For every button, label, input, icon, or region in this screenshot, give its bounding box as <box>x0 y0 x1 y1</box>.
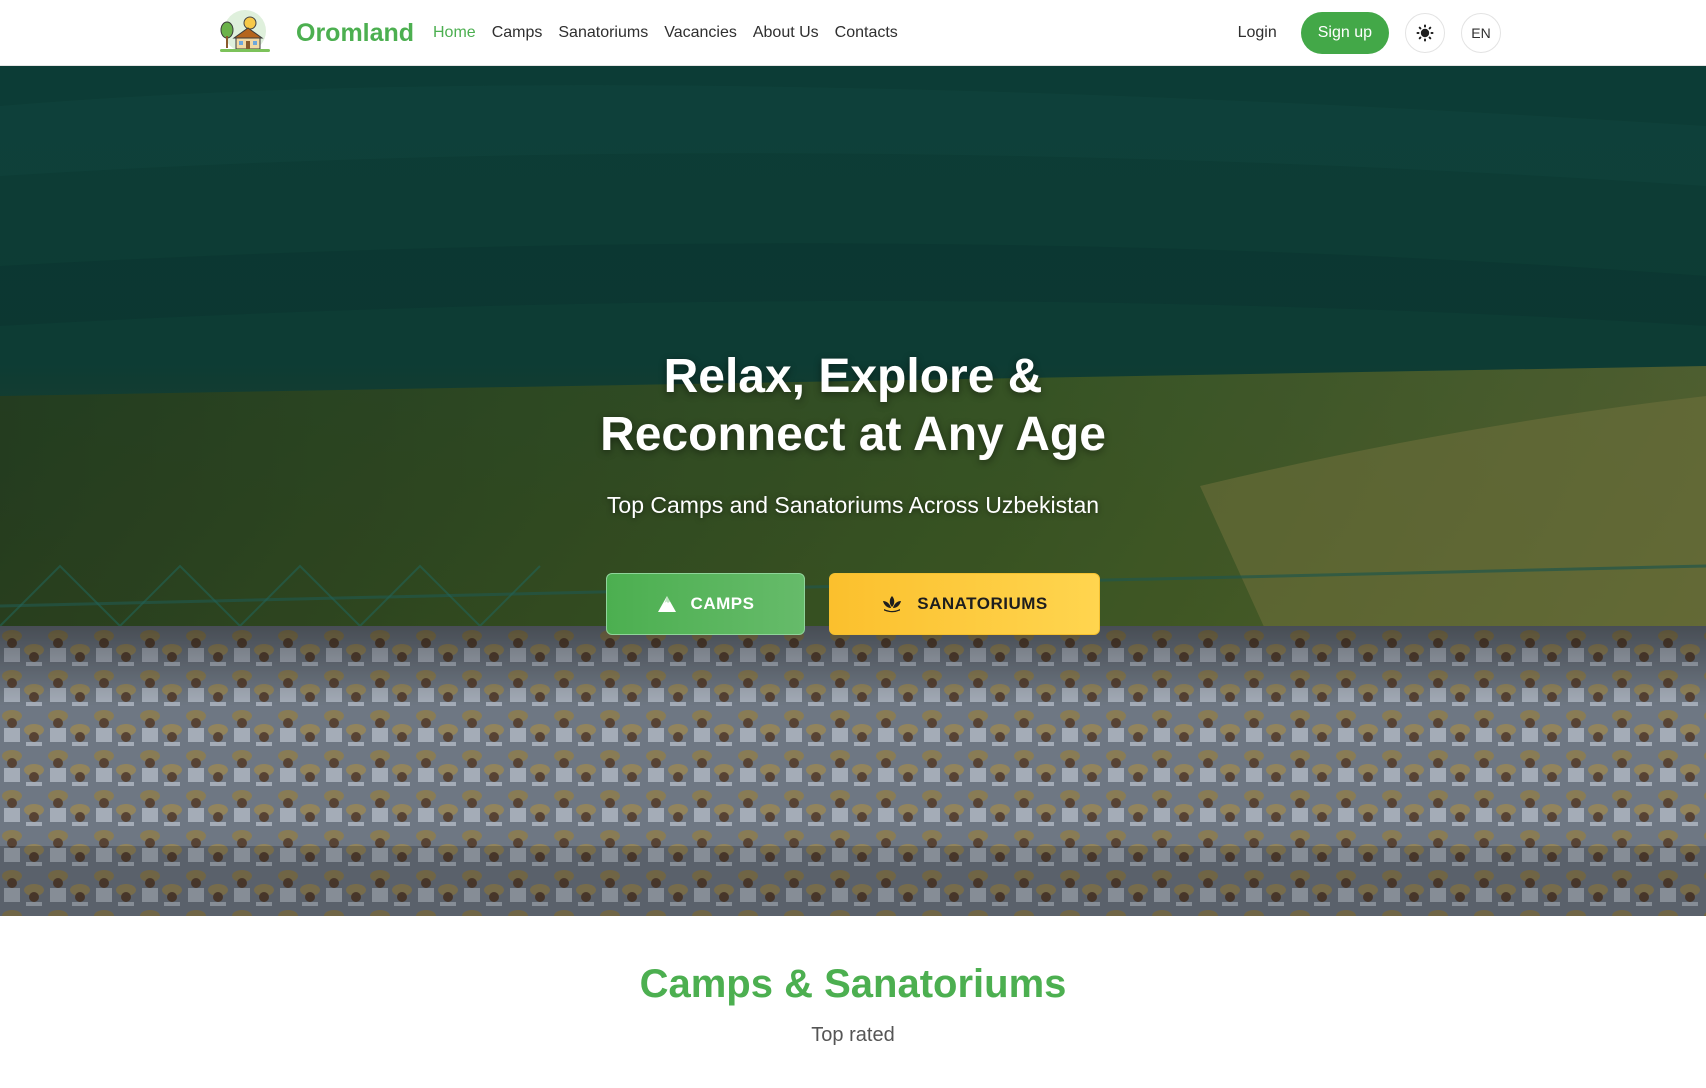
nav-vacancies[interactable]: Vacancies <box>664 24 737 42</box>
sanatoriums-button-label: SANATORIUMS <box>917 594 1048 613</box>
section-title: Camps & Sanatoriums <box>639 962 1067 1006</box>
camps-button[interactable]: CAMPS <box>606 573 805 635</box>
signup-button[interactable]: Sign up <box>1300 12 1389 54</box>
sanatoriums-button[interactable]: SANATORIUMS <box>829 573 1100 635</box>
hero: Relax, Explore & Reconnect at Any Age To… <box>0 66 1706 916</box>
language-button[interactable]: EN <box>1461 13 1501 53</box>
mountain-icon <box>657 596 676 612</box>
main-nav: Home Camps Sanatoriums Vacancies About U… <box>433 0 914 66</box>
lotus-icon <box>883 596 902 613</box>
nav-sanatoriums[interactable]: Sanatoriums <box>558 24 648 42</box>
hero-cta-row: CAMPS SANATORIUMS <box>606 573 1100 635</box>
nav-camps[interactable]: Camps <box>492 24 543 42</box>
hero-title-line2: Reconnect at Any Age <box>600 408 1106 461</box>
hero-subtitle: Top Camps and Sanatoriums Across Uzbekis… <box>606 492 1100 518</box>
hero-title-line1: Relax, Explore & <box>663 350 1043 403</box>
login-link[interactable]: Login <box>1238 24 1277 42</box>
brand-name: Oromland <box>296 18 415 47</box>
language-label: EN <box>1471 25 1491 41</box>
sun-icon <box>1416 24 1434 42</box>
nav-home[interactable]: Home <box>433 24 476 42</box>
nav-about-us[interactable]: About Us <box>753 24 819 42</box>
camp-house-logo <box>220 10 270 52</box>
brand[interactable]: Oromland <box>218 8 414 58</box>
nav-actions: Login Sign up EN <box>1238 0 1501 66</box>
hero-overlay <box>0 66 1706 916</box>
section-subtitle: Top rated <box>811 1024 895 1046</box>
nav-contacts[interactable]: Contacts <box>835 24 898 42</box>
hero-title: Relax, Explore & Reconnect at Any Age <box>0 348 1706 464</box>
theme-toggle-button[interactable] <box>1405 13 1445 53</box>
top-navbar: Oromland Home Camps Sanatoriums Vacancie… <box>0 0 1706 66</box>
camps-button-label: CAMPS <box>690 594 755 613</box>
